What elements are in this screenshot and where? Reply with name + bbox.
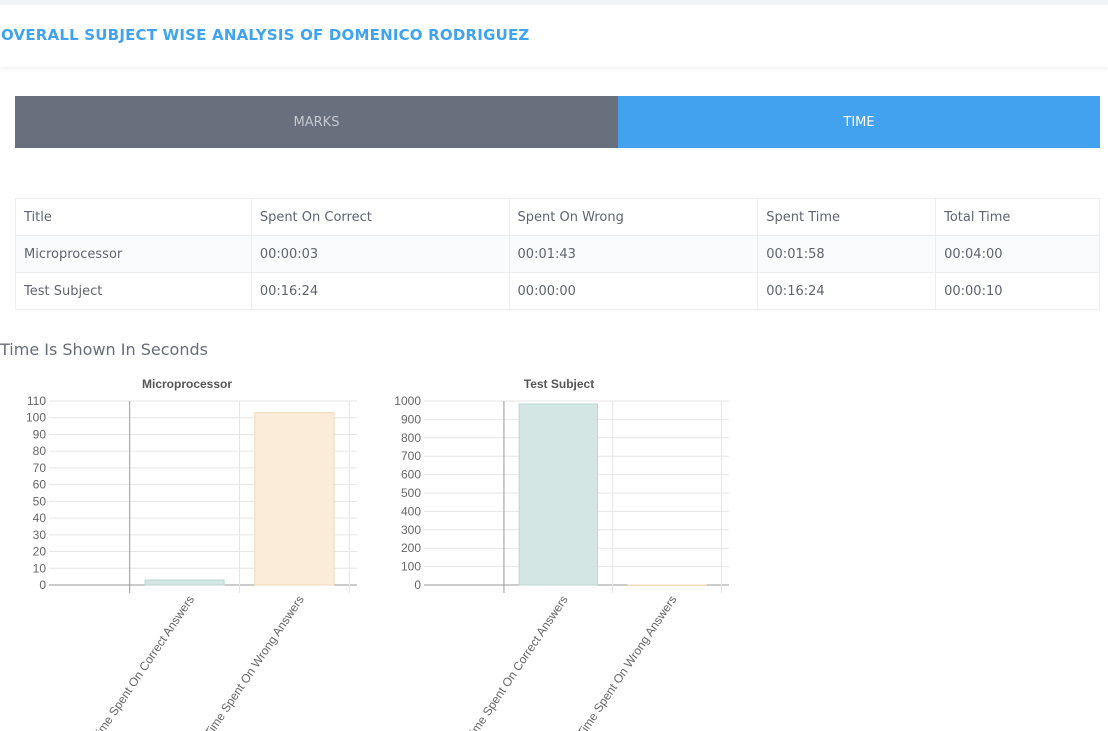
chart-title: Microprocessor xyxy=(142,377,232,391)
x-tick-label: Time Spent On Wrong Answers xyxy=(574,593,679,731)
column-header-spent-time: Spent Time xyxy=(757,198,937,236)
cell-spent-on-wrong: 00:00:00 xyxy=(508,272,759,310)
column-header-title: Title xyxy=(15,198,252,236)
tab-marks[interactable]: MARKS xyxy=(15,96,618,148)
bar[interactable] xyxy=(518,403,598,586)
y-tick-label: 0 xyxy=(414,578,421,592)
y-tick-label: 110 xyxy=(27,394,46,408)
cell-total-time: 00:04:00 xyxy=(935,235,1100,273)
x-tick-label: Time Spent On Wrong Answers xyxy=(202,593,307,731)
cell-spent-on-wrong: 00:01:43 xyxy=(508,235,759,273)
cell-total-time: 00:00:10 xyxy=(935,272,1100,310)
chart-microprocessor: Microprocessor 0 10 20 30 40 50 60 70 80 90 100 110 T… xyxy=(26,377,357,731)
y-tick-label: 50 xyxy=(33,494,47,508)
cell-spent-time: 00:01:58 xyxy=(757,235,937,273)
time-table: Title Spent On Correct Spent On Wrong Sp… xyxy=(15,198,1100,310)
chart-title: Test Subject xyxy=(524,377,594,391)
bar[interactable] xyxy=(627,584,707,586)
x-tick-label: Time Spent On Correct Answers xyxy=(89,593,197,731)
x-tick-label: Time Spent On Correct Answers xyxy=(463,593,571,731)
y-tick-label: 30 xyxy=(33,528,47,542)
y-tick-label: 10 xyxy=(33,561,47,575)
y-tick-label: 70 xyxy=(33,461,47,475)
y-tick-label: 100 xyxy=(26,411,46,425)
y-tick-label: 0 xyxy=(39,578,46,592)
y-tick-label: 100 xyxy=(401,560,421,574)
y-tick-label: 400 xyxy=(401,504,421,518)
y-tick-label: 40 xyxy=(33,511,47,525)
y-tick-label: 500 xyxy=(401,486,421,500)
page-header: OVERALL SUBJECT WISE ANALYSIS OF DOMENIC… xyxy=(0,5,1108,67)
time-unit-note: Time Is Shown In Seconds xyxy=(0,340,208,359)
column-header-spent-on-correct: Spent On Correct xyxy=(250,198,510,236)
bar[interactable] xyxy=(144,579,225,586)
chart-test-subject: Test Subject 0 100 200 300 400 500 600 700 800 900… xyxy=(394,377,729,731)
cell-spent-time: 00:16:24 xyxy=(757,272,937,310)
y-tick-label: 900 xyxy=(401,412,421,426)
cell-title: Microprocessor xyxy=(15,235,252,273)
column-header-total-time: Total Time xyxy=(935,198,1100,236)
bar[interactable] xyxy=(254,412,335,586)
y-tick-label: 700 xyxy=(401,449,421,463)
cell-title: Test Subject xyxy=(15,272,252,310)
table-header-row: Title Spent On Correct Spent On Wrong Sp… xyxy=(15,198,1100,236)
y-tick-label: 300 xyxy=(401,523,421,537)
y-tick-label: 80 xyxy=(33,444,47,458)
cell-spent-on-correct: 00:00:03 xyxy=(250,235,510,273)
y-tick-label: 200 xyxy=(401,541,421,555)
table-row: Microprocessor 00:00:03 00:01:43 00:01:5… xyxy=(15,235,1100,273)
cell-spent-on-correct: 00:16:24 xyxy=(250,272,510,310)
y-tick-label: 1000 xyxy=(394,394,421,408)
y-tick-label: 600 xyxy=(401,468,421,482)
tab-time[interactable]: TIME xyxy=(618,96,1100,148)
tab-bar: MARKS TIME xyxy=(15,96,1100,148)
table-row: Test Subject 00:16:24 00:00:00 00:16:24 … xyxy=(15,272,1100,310)
y-tick-label: 20 xyxy=(33,545,47,559)
column-header-spent-on-wrong: Spent On Wrong xyxy=(508,198,759,236)
y-tick-label: 60 xyxy=(33,478,47,492)
page-title: OVERALL SUBJECT WISE ANALYSIS OF DOMENIC… xyxy=(1,26,530,44)
y-tick-label: 800 xyxy=(401,431,421,445)
y-tick-label: 90 xyxy=(33,427,47,441)
